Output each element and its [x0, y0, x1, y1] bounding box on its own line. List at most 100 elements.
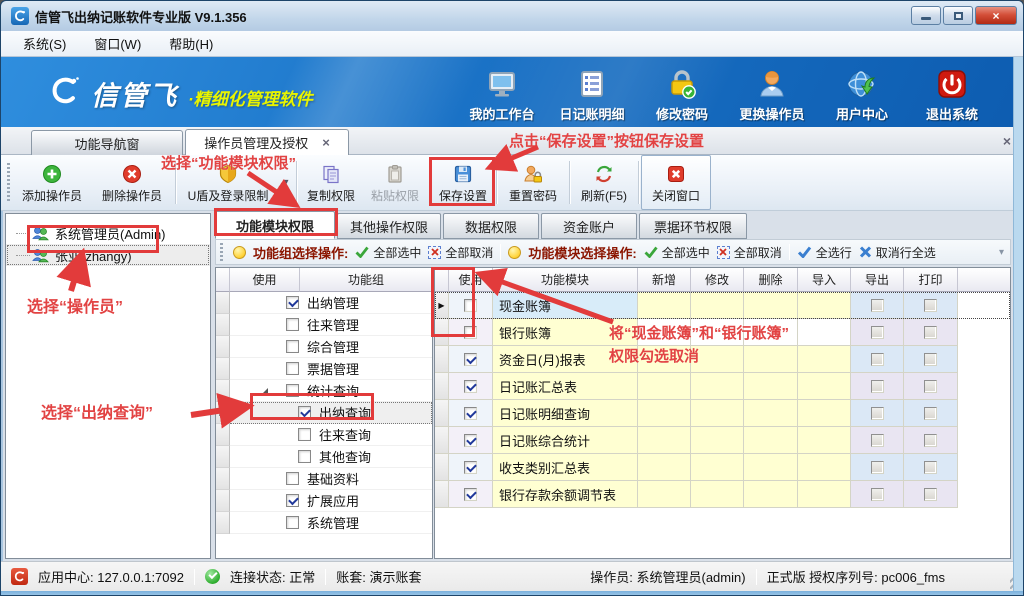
group-row[interactable]: 往来管理 — [216, 314, 432, 336]
use-checkbox[interactable] — [464, 407, 477, 420]
use-checkbox[interactable] — [286, 384, 299, 397]
select-row-button[interactable]: 全选行 — [797, 244, 852, 261]
header-function-group[interactable]: 功能组 — [300, 268, 432, 292]
print-checkbox[interactable] — [924, 488, 937, 501]
title-bar[interactable]: 信管飞出纳记账软件专业版 V9.1.356 × — [1, 1, 1024, 31]
group-row[interactable]: 出纳管理 — [216, 292, 432, 314]
tab-bill-permission[interactable]: 票据环节权限 — [639, 213, 747, 239]
module-row[interactable]: 日记账明细查询 — [435, 400, 1010, 427]
tab-fund-account[interactable]: 资金账户 — [541, 213, 637, 239]
header-print[interactable]: 打印 — [904, 268, 958, 292]
tab-close-icon[interactable]: × — [322, 135, 330, 150]
operator-item-admin[interactable]: 系统管理员(Admin) — [6, 222, 210, 244]
menu-system[interactable]: 系统(S) — [11, 31, 78, 56]
use-checkbox[interactable] — [298, 428, 311, 441]
use-checkbox[interactable] — [298, 406, 311, 419]
change-password-button[interactable]: 修改密码 — [637, 63, 727, 123]
operator-item-zhangya[interactable]: 张亚(zhangy) — [6, 244, 210, 266]
export-checkbox[interactable] — [871, 380, 884, 393]
header-import[interactable]: 导入 — [798, 268, 851, 292]
module-clear-all-button[interactable]: 全部取消 — [717, 244, 782, 261]
module-row[interactable]: ▶现金账簿 — [435, 292, 1010, 319]
group-row[interactable]: 票据管理 — [216, 358, 432, 380]
export-checkbox[interactable] — [871, 353, 884, 366]
toolbar-grip[interactable] — [5, 163, 13, 202]
use-checkbox[interactable] — [286, 516, 299, 529]
header-delete[interactable]: 删除 — [744, 268, 798, 292]
minimize-button[interactable] — [911, 6, 941, 25]
reset-password-button[interactable]: 重置密码 — [499, 155, 567, 210]
close-window-button[interactable]: 关闭窗口 — [641, 155, 711, 210]
save-settings-button[interactable]: 保存设置 — [432, 155, 494, 210]
module-row[interactable]: 银行存款余额调节表 — [435, 481, 1010, 508]
use-checkbox[interactable] — [464, 488, 477, 501]
module-row[interactable]: 资金日(月)报表 — [435, 346, 1010, 373]
export-checkbox[interactable] — [871, 326, 884, 339]
module-select-all-button[interactable]: 全部选中 — [644, 244, 710, 261]
use-checkbox[interactable] — [286, 494, 299, 507]
group-row[interactable]: 系统管理 — [216, 512, 432, 534]
copy-permission-button[interactable]: 复制权限 — [299, 155, 363, 210]
add-operator-button[interactable]: 添加操作员 — [13, 155, 91, 210]
tab-data-permission[interactable]: 数据权限 — [443, 213, 539, 239]
header-module[interactable]: 功能模块 — [493, 268, 638, 292]
paste-permission-button[interactable]: 粘贴权限 — [363, 155, 427, 210]
expander-icon[interactable] — [260, 388, 268, 396]
group-row[interactable]: 综合管理 — [216, 336, 432, 358]
print-checkbox[interactable] — [924, 380, 937, 393]
use-checkbox[interactable] — [298, 450, 311, 463]
use-checkbox[interactable] — [464, 299, 477, 312]
exit-system-button[interactable]: 退出系统 — [907, 63, 997, 123]
tab-other-permission[interactable]: 其他操作权限 — [337, 213, 441, 239]
module-row[interactable]: 日记账综合统计 — [435, 427, 1010, 454]
use-checkbox[interactable] — [464, 434, 477, 447]
export-checkbox[interactable] — [871, 488, 884, 501]
print-checkbox[interactable] — [924, 461, 937, 474]
refresh-button[interactable]: 刷新(F5) — [572, 155, 636, 210]
group-row[interactable]: 统计查询 — [216, 380, 432, 402]
export-checkbox[interactable] — [871, 434, 884, 447]
group-clear-all-button[interactable]: 全部取消 — [428, 244, 493, 261]
menu-window[interactable]: 窗口(W) — [82, 31, 153, 56]
my-workbench-button[interactable]: 我的工作台 — [457, 63, 547, 123]
selbar-overflow-caret-icon[interactable]: ▾ — [999, 247, 1004, 258]
selbar-grip[interactable] — [218, 243, 226, 261]
export-checkbox[interactable] — [871, 407, 884, 420]
print-checkbox[interactable] — [924, 326, 937, 339]
use-checkbox[interactable] — [286, 340, 299, 353]
menu-help[interactable]: 帮助(H) — [157, 31, 225, 56]
group-row[interactable]: 往来查询 — [216, 424, 432, 446]
use-checkbox[interactable] — [464, 353, 477, 366]
header-use[interactable]: 使用 — [230, 268, 300, 292]
use-checkbox[interactable] — [464, 380, 477, 393]
header-modify[interactable]: 修改 — [691, 268, 744, 292]
header-use[interactable]: 使用 — [449, 268, 493, 292]
tab-module-permission[interactable]: 功能模块权限 — [215, 211, 335, 239]
user-center-button[interactable]: 用户中心 — [817, 63, 907, 123]
export-checkbox[interactable] — [871, 461, 884, 474]
module-row[interactable]: 收支类别汇总表 — [435, 454, 1010, 481]
group-select-all-button[interactable]: 全部选中 — [355, 244, 421, 261]
close-button[interactable]: × — [975, 6, 1017, 25]
pane-close-icon[interactable]: × — [1003, 133, 1011, 149]
group-row[interactable]: ▶出纳查询 — [216, 402, 432, 424]
use-checkbox[interactable] — [286, 296, 299, 309]
use-checkbox[interactable] — [286, 318, 299, 331]
use-checkbox[interactable] — [464, 326, 477, 339]
print-checkbox[interactable] — [924, 353, 937, 366]
export-checkbox[interactable] — [871, 299, 884, 312]
use-checkbox[interactable] — [286, 472, 299, 485]
print-checkbox[interactable] — [924, 407, 937, 420]
use-checkbox[interactable] — [286, 362, 299, 375]
print-checkbox[interactable] — [924, 434, 937, 447]
module-row[interactable]: 日记账汇总表 — [435, 373, 1010, 400]
group-row[interactable]: 其他查询 — [216, 446, 432, 468]
maximize-button[interactable] — [943, 6, 973, 25]
header-export[interactable]: 导出 — [851, 268, 904, 292]
journal-detail-button[interactable]: 日记账明细 — [547, 63, 637, 123]
print-checkbox[interactable] — [924, 299, 937, 312]
group-row[interactable]: 基础资料 — [216, 468, 432, 490]
use-checkbox[interactable] — [464, 461, 477, 474]
switch-operator-button[interactable]: 更换操作员 — [727, 63, 817, 123]
clear-row-selection-button[interactable]: 取消行全选 — [859, 244, 936, 261]
